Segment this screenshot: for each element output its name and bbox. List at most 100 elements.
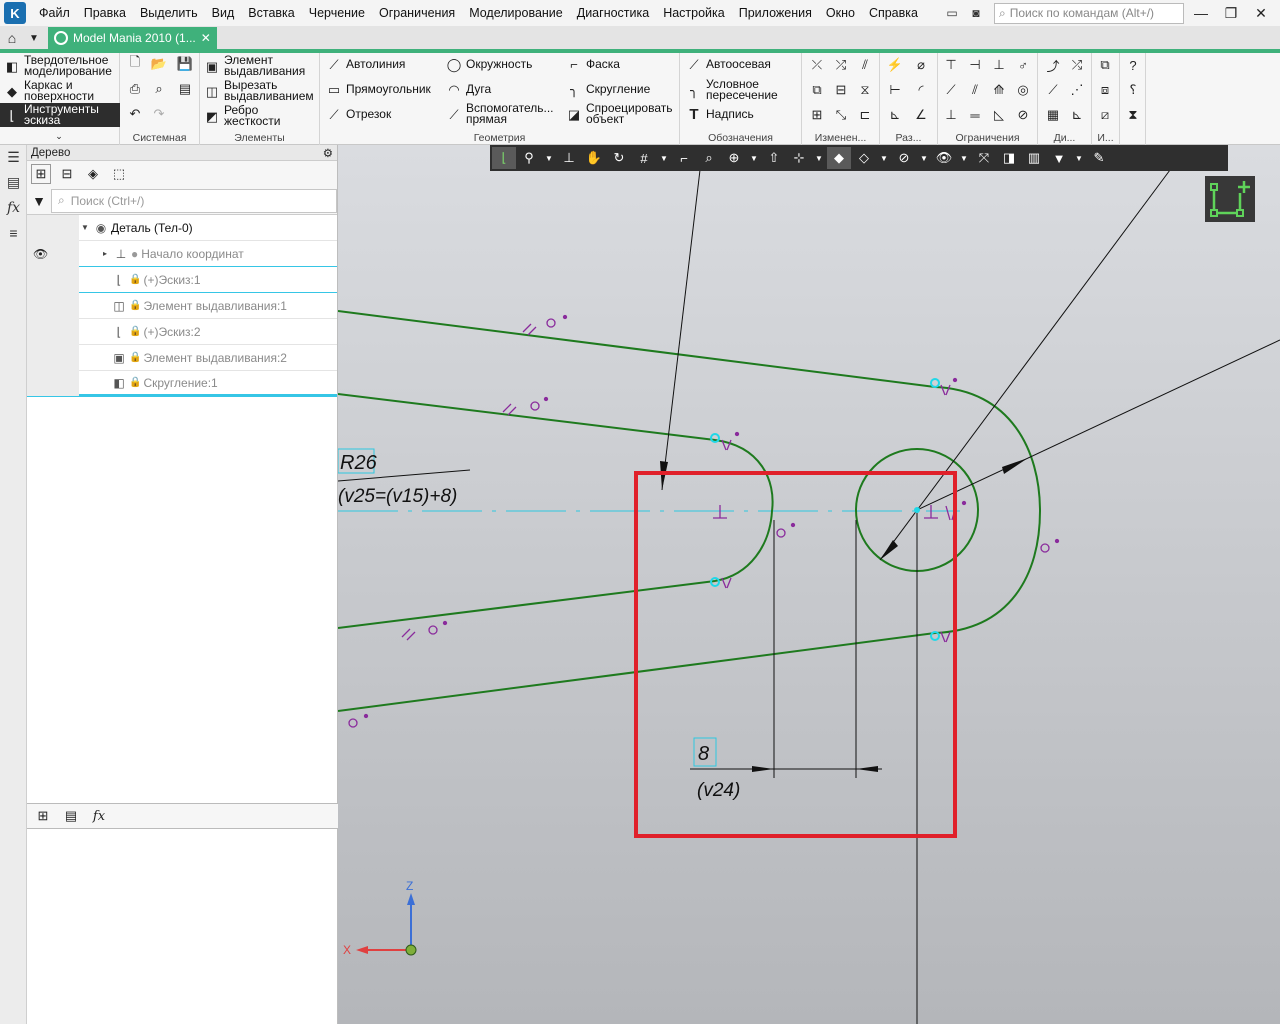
properties-icon[interactable]: ▤: [176, 80, 194, 98]
dropdown-icon[interactable]: ▼: [957, 154, 971, 163]
move-icon[interactable]: ⤡: [832, 106, 850, 124]
tree-item-sketch1[interactable]: ⌊ 🔒 (+)Эскиз:1: [27, 266, 337, 293]
linear-dim-value[interactable]: 8: [698, 743, 709, 765]
tree-structure-icon[interactable]: ⊞: [31, 164, 51, 184]
tree-item-origin[interactable]: 👁 ▸ ⊥ ● Начало координат: [27, 240, 337, 267]
sketch-line-top-inner[interactable]: [338, 393, 716, 441]
variables-tab-icon[interactable]: fx: [89, 806, 109, 826]
measure-icon[interactable]: ⧈: [1096, 81, 1114, 99]
ortho-icon[interactable]: ⌐: [672, 147, 696, 169]
endpoint-marker[interactable]: [930, 378, 940, 388]
fillet-button[interactable]: ╮ Скругление: [566, 81, 650, 97]
dropdown-icon[interactable]: ▼: [747, 154, 761, 163]
sketch-line-top-outer[interactable]: [338, 310, 936, 388]
wireframe-view-icon[interactable]: ◇: [852, 147, 876, 169]
open-icon[interactable]: 📂: [150, 55, 168, 73]
mode-wireframe[interactable]: ◆ Каркас и поверхности: [4, 79, 120, 102]
tree-tab-icon[interactable]: ⊞: [33, 806, 53, 826]
concentric-icon[interactable]: ◎: [1014, 81, 1032, 99]
menu-drawing[interactable]: Черчение: [302, 6, 372, 20]
shaded-icon[interactable]: ◆: [827, 147, 851, 169]
spline-icon[interactable]: ⤮: [1068, 56, 1086, 74]
extend-icon[interactable]: ⤮: [832, 56, 850, 74]
dropdown-icon[interactable]: ▼: [542, 154, 556, 163]
close-window-button[interactable]: ✕: [1248, 5, 1274, 22]
new-document-icon[interactable]: 🗋: [126, 54, 144, 73]
preview-icon[interactable]: ⌕: [150, 80, 168, 98]
cond-intersection-button[interactable]: ╮ Условное пересечение: [686, 78, 790, 101]
linear-dim-icon[interactable]: ⊢: [886, 81, 904, 99]
dropdown-icon[interactable]: ▼: [1072, 154, 1086, 163]
properties-tab-icon[interactable]: ▤: [61, 806, 81, 826]
filter-view-icon[interactable]: ▼: [1047, 147, 1071, 169]
snap-icon[interactable]: ⚲: [517, 147, 541, 169]
chamfer-button[interactable]: ⌐ Фаска: [566, 56, 620, 72]
home-icon[interactable]: ⌂: [0, 26, 24, 50]
circle-button[interactable]: ◯ Окружность: [446, 56, 533, 72]
linear-dim-variable[interactable]: (v24): [697, 780, 740, 801]
dropdown-icon[interactable]: ▼: [877, 154, 891, 163]
triangle-icon[interactable]: ◺: [990, 106, 1008, 124]
extrude-button[interactable]: ▣ Элемент выдавливания: [204, 54, 312, 77]
vertical-icon[interactable]: ⊥: [942, 106, 960, 124]
outer-arc[interactable]: [934, 386, 1042, 634]
arc-button[interactable]: ◠ Дуга: [446, 81, 491, 97]
merge-icon[interactable]: ⊘: [1014, 106, 1032, 124]
mode-solid-modeling[interactable]: ◧ Твердотельное моделирование: [4, 54, 120, 77]
visibility-icon[interactable]: 👁: [932, 147, 956, 169]
angle-icon[interactable]: ∠: [912, 106, 930, 124]
document-tab[interactable]: Model Mania 2010 (1... ✕: [48, 27, 217, 49]
fix-point-icon[interactable]: ⊤: [942, 56, 960, 74]
layout-icon[interactable]: ▭: [942, 4, 962, 22]
rotate-view-icon[interactable]: ↻: [607, 147, 631, 169]
scale-icon[interactable]: ⧖: [856, 81, 874, 99]
collinear-icon[interactable]: ⫽: [966, 81, 984, 99]
split-icon[interactable]: ⫽: [856, 56, 874, 74]
rectangle-button[interactable]: ▭ Прямоугольник: [326, 81, 431, 97]
tree-panel-icon[interactable]: ☰: [0, 145, 27, 170]
diameter-icon[interactable]: ⌀: [912, 56, 930, 74]
radius-dim-expression[interactable]: (v25=(v15)+8): [338, 486, 457, 507]
axes-icon[interactable]: ⊹: [787, 147, 811, 169]
radius-dim-value[interactable]: R26: [340, 452, 378, 474]
angle2-icon[interactable]: ⊾: [1068, 106, 1086, 124]
equal-icon[interactable]: ═: [966, 106, 984, 124]
menu-file[interactable]: Файл: [32, 6, 77, 20]
command-search-input[interactable]: ⌕ Поиск по командам (Alt+/): [994, 2, 1184, 24]
menu-diagnostics[interactable]: Диагностика: [570, 6, 656, 20]
tree-settings-icon[interactable]: ⚙: [323, 146, 333, 160]
menu-constraints[interactable]: Ограничения: [372, 6, 462, 20]
print-icon[interactable]: ⎙: [126, 80, 144, 98]
auto-dim-icon[interactable]: ⚡: [886, 56, 904, 74]
auto-axis-button[interactable]: ⟋ Автоосевая: [686, 56, 770, 72]
aux-line-button[interactable]: ⟋ Вспомогатель... прямая: [446, 102, 558, 125]
grid-icon[interactable]: #: [632, 147, 656, 169]
menu-insert[interactable]: Вставка: [241, 6, 301, 20]
minimize-button[interactable]: —: [1188, 5, 1214, 21]
menu-view[interactable]: Вид: [205, 6, 242, 20]
filter-icon[interactable]: ▼: [27, 193, 51, 209]
hide-icon[interactable]: ⊘: [892, 147, 916, 169]
layers-panel-icon[interactable]: ≡: [0, 220, 27, 245]
exit-sketch-button[interactable]: [1205, 176, 1255, 222]
dropdown-icon[interactable]: ▼: [917, 154, 931, 163]
collapse-icon[interactable]: ▼: [79, 223, 91, 232]
segment-button[interactable]: ⟋ Отрезок: [326, 106, 391, 122]
tangent-icon[interactable]: ♂: [1014, 56, 1032, 74]
sketch-line-bottom-inner[interactable]: [338, 580, 716, 629]
variables-panel-icon[interactable]: fx: [0, 195, 27, 220]
rib-button[interactable]: ◩ Ребро жесткости: [204, 104, 294, 127]
redo-icon[interactable]: ↷: [150, 105, 168, 123]
dropdown-icon[interactable]: ▼: [657, 154, 671, 163]
sketch-mode-icon[interactable]: ⌊: [492, 147, 516, 169]
mirror-icon[interactable]: ⊟: [832, 81, 850, 99]
trim-icon[interactable]: ⤫: [808, 56, 826, 74]
tree-3d-icon[interactable]: ◈: [83, 164, 103, 184]
expand-modes-icon[interactable]: ⌄: [50, 127, 68, 145]
tree-search-input[interactable]: ⌕ Поиск (Ctrl+/): [51, 188, 337, 213]
report-icon[interactable]: ▥: [1022, 147, 1046, 169]
tree-item-extrude1[interactable]: ◫ 🔒 Элемент выдавливания:1: [27, 292, 337, 319]
project-button[interactable]: ◪ Спроецировать объект: [566, 102, 676, 125]
properties-panel-icon[interactable]: ▤: [0, 170, 27, 195]
angle-dim-icon[interactable]: ⊾: [886, 106, 904, 124]
